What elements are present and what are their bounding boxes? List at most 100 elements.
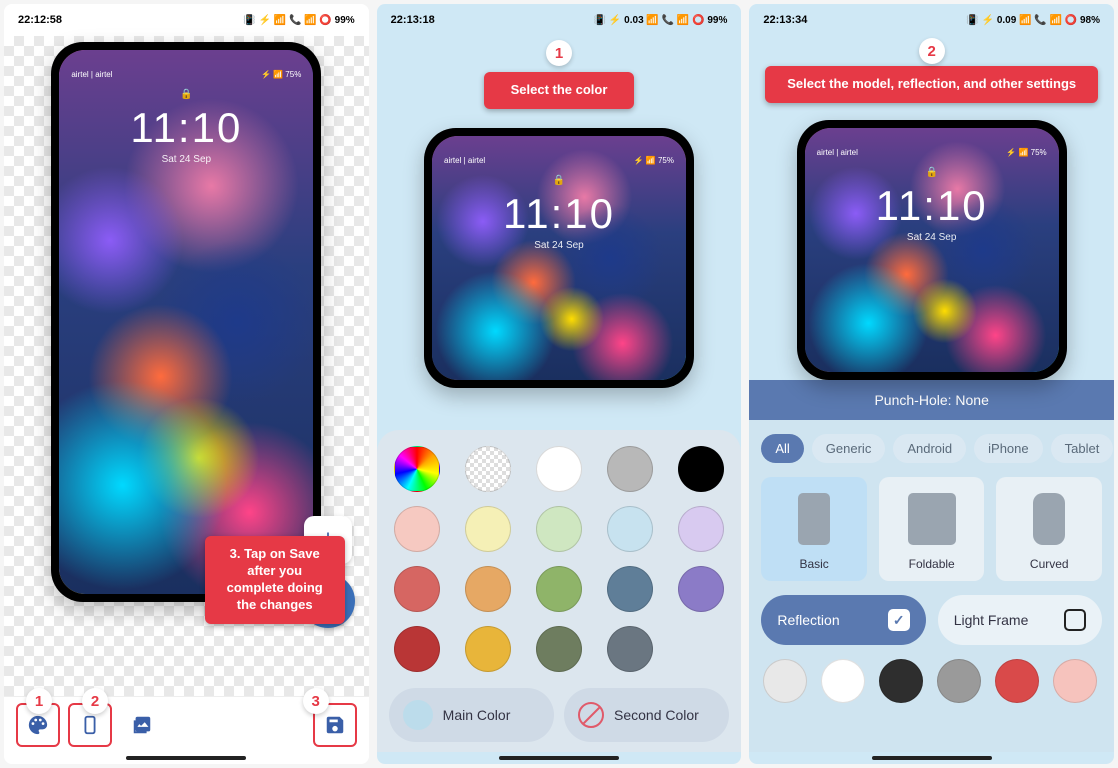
toggle-label: Reflection [777,612,839,628]
lock-icon: 🔒 [59,89,313,100]
toggle-label: Light Frame [954,612,1029,628]
swatch[interactable] [394,506,440,552]
toggle-light-frame[interactable]: Light Frame [938,595,1102,645]
toggle-reflection[interactable]: Reflection ✓ [761,595,925,645]
home-indicator [872,756,992,760]
swatch[interactable] [536,626,582,672]
model-basic[interactable]: Basic [761,477,867,581]
swatch-black[interactable] [678,446,724,492]
lock-clock: 11:10 [805,182,1059,230]
chip-tablet[interactable]: Tablet [1051,434,1114,463]
status-bar: 22:12:58 📳 ⚡ 📶 📞 📶 ⭕ 99% [4,4,369,36]
home-indicator [499,756,619,760]
swatch[interactable] [465,506,511,552]
settings-panel: All Generic Android iPhone Tablet Basic … [749,420,1114,752]
swatch[interactable] [678,506,724,552]
callout-save: 3. Tap on Save after you complete doing … [205,536,345,624]
no-icon [578,702,604,728]
screen-3: 22:13:34 📳 ⚡ 0.09 📶 📞 📶 ⭕ 98% 2 Select t… [749,4,1114,764]
check-icon [1064,609,1086,631]
lock-date: Sat 24 Sep [59,154,313,165]
phone-mockup: airtel | airtel ⚡ 📶 75% 🔒 11:10 Sat 24 S… [51,42,321,602]
swatch[interactable] [607,506,653,552]
swatch-custom[interactable] [394,446,440,492]
chip-android[interactable]: Android [893,434,966,463]
carrier-text: airtel | airtel [71,70,112,79]
screen-1: 22:12:58 📳 ⚡ 📶 📞 📶 ⭕ 99% airtel | airtel… [4,4,369,764]
chip-all[interactable]: All [761,434,803,463]
swatch[interactable] [607,566,653,612]
status-bar: 22:13:34 📳 ⚡ 0.09 📶 📞 📶 ⭕ 98% [749,4,1114,36]
swatch[interactable] [678,566,724,612]
second-color-label: Second Color [614,707,699,723]
badge-1: 1 [546,40,572,66]
punch-hole-banner[interactable]: Punch-Hole: None [749,380,1114,420]
status-bar: 22:13:18 📳 ⚡ 0.03 📶 📞 📶 ⭕ 99% [377,4,742,36]
swatch[interactable] [394,626,440,672]
home-indicator [126,756,246,760]
phone-mockup: airtel | airtel ⚡ 📶 75% 🔒 11:10 Sat 24 S… [424,128,694,388]
second-color-button[interactable]: Second Color [564,688,729,742]
swatch-transparent[interactable] [465,446,511,492]
status-time: 22:13:18 [391,14,435,26]
swatch-gray[interactable] [607,446,653,492]
swatch[interactable] [536,506,582,552]
lock-status-right: ⚡ 📶 75% [634,156,674,165]
variant-swatch[interactable] [995,659,1039,703]
main-color-button[interactable]: Main Color [389,688,554,742]
chip-generic[interactable]: Generic [812,434,886,463]
preview-area: airtel | airtel ⚡ 📶 75% 🔒 11:10 Sat 24 S… [749,80,1114,380]
badge-2: 2 [919,38,945,64]
model-label: Foldable [909,557,955,571]
badge-3: 3 [303,688,329,714]
model-shape-icon [798,493,830,545]
phone-screen: airtel | airtel ⚡ 📶 75% 🔒 11:10 Sat 24 S… [432,136,686,380]
variant-swatch[interactable] [1053,659,1097,703]
lock-icon: 🔒 [432,175,686,186]
lock-clock: 11:10 [59,104,313,152]
callout-color: Select the color [484,72,634,109]
lock-status-right: ⚡ 📶 75% [1006,148,1046,157]
phone-screen: airtel | airtel ⚡ 📶 75% 🔒 11:10 Sat 24 S… [805,128,1059,372]
lock-date: Sat 24 Sep [805,232,1059,243]
swatch[interactable] [465,566,511,612]
lock-clock: 11:10 [432,190,686,238]
variant-swatch[interactable] [763,659,807,703]
model-foldable[interactable]: Foldable [879,477,985,581]
swatch[interactable] [536,566,582,612]
variant-swatch[interactable] [879,659,923,703]
model-row: Basic Foldable Curved [749,477,1114,595]
model-curved[interactable]: Curved [996,477,1102,581]
main-color-label: Main Color [443,707,511,723]
color-panel: Main Color Second Color [377,430,742,752]
chip-iphone[interactable]: iPhone [974,434,1042,463]
model-label: Curved [1030,557,1069,571]
status-time: 22:13:34 [763,14,807,26]
check-icon: ✓ [888,609,910,631]
lock-status-right: ⚡ 📶 75% [261,70,301,79]
bottom-toolbar: 1 2 3 [4,696,369,752]
swatch[interactable] [465,626,511,672]
carrier-text: airtel | airtel [817,148,858,157]
model-label: Basic [799,557,828,571]
image-tool[interactable] [120,703,164,747]
color-mode-buttons: Main Color Second Color [389,688,730,742]
swatch[interactable] [394,566,440,612]
swatch-grid [389,446,730,672]
variant-swatch[interactable] [821,659,865,703]
model-shape-icon [1033,493,1065,545]
swatch-white[interactable] [536,446,582,492]
status-right: 📳 ⚡ 0.03 📶 📞 📶 ⭕ 99% [594,15,728,26]
status-right: 📳 ⚡ 📶 📞 📶 ⭕ 99% [243,15,354,26]
preview-area: airtel | airtel ⚡ 📶 75% 🔒 11:10 Sat 24 S… [377,88,742,430]
badge-2: 2 [82,688,108,714]
callout-settings: Select the model, reflection, and other … [765,66,1098,103]
toggle-row: Reflection ✓ Light Frame [749,595,1114,659]
lock-date: Sat 24 Sep [432,240,686,251]
badge-1: 1 [26,688,52,714]
variant-swatch[interactable] [937,659,981,703]
main-color-dot [403,700,433,730]
phone-mockup: airtel | airtel ⚡ 📶 75% 🔒 11:10 Sat 24 S… [797,120,1067,380]
swatch[interactable] [607,626,653,672]
lock-icon: 🔒 [805,167,1059,178]
